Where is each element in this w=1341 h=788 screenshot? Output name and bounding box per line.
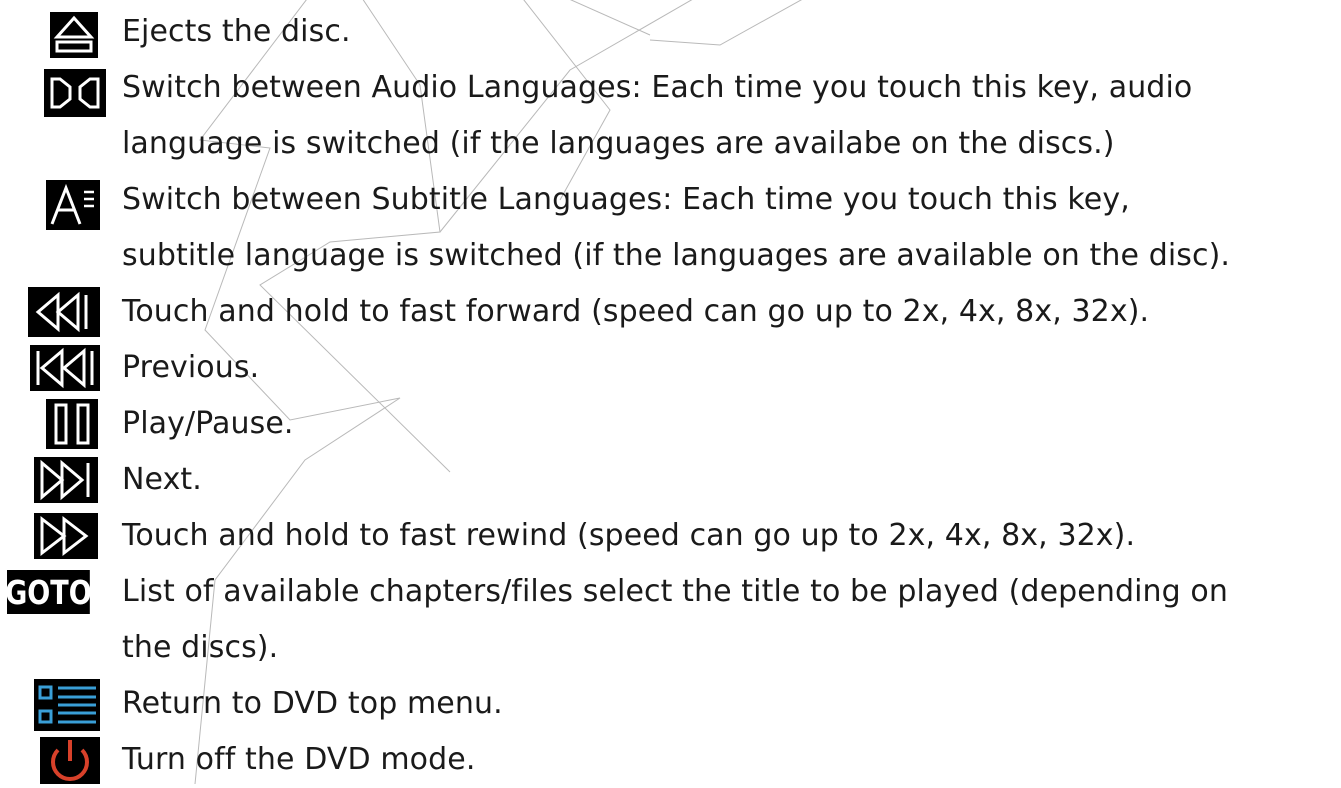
entry-text-line: Switch between Subtitle Languages: Each … [122, 182, 1130, 217]
goto-entry: GOTO List of available chapters/files se… [0, 564, 1341, 676]
play-pause-entry: Play/Pause. [0, 396, 1341, 452]
eject-icon[interactable] [50, 12, 98, 58]
entry-text-line: subtitle language is switched (if the la… [122, 238, 1231, 273]
entry-text-line: Play/Pause. [122, 406, 294, 441]
audio-language-entry: Switch between Audio Languages: Each tim… [0, 60, 1341, 172]
next-icon[interactable] [34, 457, 98, 503]
entry-text-line: Touch and hold to fast forward (speed ca… [122, 294, 1150, 329]
entry-text-line: Previous. [122, 350, 260, 385]
play-pause-icon[interactable] [46, 399, 98, 449]
fast-forward-icon[interactable] [28, 287, 100, 337]
entry-text-line: Return to DVD top menu. [122, 686, 503, 721]
subtitle-language-icon[interactable] [46, 180, 100, 230]
fast-forward-entry: Touch and hold to fast forward (speed ca… [0, 284, 1341, 340]
eject-entry: Ejects the disc. [0, 4, 1341, 60]
subtitle-language-entry: Switch between Subtitle Languages: Each … [0, 172, 1341, 284]
entry-text-line: Ejects the disc. [122, 14, 351, 49]
previous-icon[interactable] [30, 345, 100, 391]
fast-rewind-entry: Touch and hold to fast rewind (speed can… [0, 508, 1341, 564]
entry-text-line: Turn off the DVD mode. [122, 742, 476, 777]
next-entry: Next. [0, 452, 1341, 508]
previous-entry: Previous. [0, 340, 1341, 396]
entry-text-line: Next. [122, 462, 202, 497]
entry-text-line: List of available chapters/files select … [122, 574, 1228, 609]
power-entry: Turn off the DVD mode. [0, 732, 1341, 784]
audio-language-icon[interactable] [44, 69, 106, 117]
entry-text-line: Touch and hold to fast rewind (speed can… [122, 518, 1136, 553]
top-menu-entry: Return to DVD top menu. [0, 676, 1341, 732]
entry-text-line: the discs). [122, 630, 279, 665]
power-icon[interactable] [40, 737, 100, 784]
entry-text-line: language is switched (if the languages a… [122, 126, 1115, 161]
goto-icon[interactable]: GOTO [5, 570, 92, 614]
fast-rewind-icon[interactable] [34, 513, 98, 559]
top-menu-icon[interactable] [34, 679, 100, 731]
entry-text-line: Switch between Audio Languages: Each tim… [122, 70, 1193, 105]
